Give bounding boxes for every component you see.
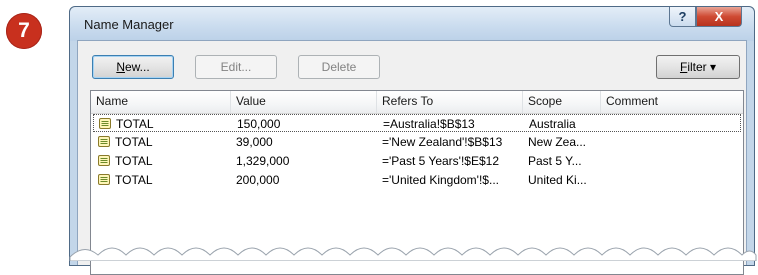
- list-header: Name Value Refers To Scope Comment: [91, 91, 743, 114]
- column-header-comment[interactable]: Comment: [601, 91, 745, 113]
- filter-button-label: ilter ▾: [687, 60, 716, 74]
- help-icon: ?: [679, 9, 687, 24]
- row-scope: United Ki...: [528, 171, 602, 189]
- edit-button[interactable]: Edit...: [195, 55, 277, 79]
- new-button-accel: N: [116, 60, 125, 74]
- title-bar: Name Manager ? X: [70, 7, 754, 41]
- row-scope: Australia: [529, 115, 603, 133]
- row-name: TOTAL: [115, 133, 227, 151]
- column-header-scope[interactable]: Scope: [523, 91, 601, 113]
- filter-button[interactable]: Filter ▾: [656, 55, 740, 79]
- row-refers-to: ='United Kingdom'!$...: [382, 171, 522, 189]
- row-value: 1,329,000: [236, 152, 376, 170]
- list-row[interactable]: TOTAL 1,329,000 ='Past 5 Years'!$E$12 Pa…: [93, 152, 741, 170]
- row-comment: [606, 133, 736, 151]
- row-name: TOTAL: [116, 115, 228, 133]
- list-row[interactable]: TOTAL 150,000 =Australia!$B$13 Australia: [93, 114, 741, 132]
- column-header-refers-to[interactable]: Refers To: [377, 91, 523, 113]
- dialog-body: New... Edit... Delete Filter ▾ Name Valu…: [77, 40, 747, 265]
- row-comment: [606, 152, 736, 170]
- row-name: TOTAL: [115, 171, 227, 189]
- name-manager-dialog: Name Manager ? X New... Edit... Delete F…: [69, 6, 755, 266]
- named-range-icon: [98, 174, 110, 185]
- row-name: TOTAL: [115, 152, 227, 170]
- close-button[interactable]: X: [696, 7, 742, 27]
- new-button-label: ew...: [125, 60, 150, 74]
- named-range-icon: [98, 136, 110, 147]
- named-range-icon: [98, 155, 110, 166]
- row-scope: New Zea...: [528, 133, 602, 151]
- list-row[interactable]: TOTAL 200,000 ='United Kingdom'!$... Uni…: [93, 171, 741, 189]
- new-button[interactable]: New...: [92, 55, 174, 79]
- column-header-name[interactable]: Name: [91, 91, 231, 113]
- row-refers-to: =Australia!$B$13: [383, 115, 523, 133]
- row-comment: [607, 115, 737, 133]
- row-comment: [606, 171, 736, 189]
- row-value: 150,000: [237, 115, 377, 133]
- row-refers-to: ='Past 5 Years'!$E$12: [382, 152, 522, 170]
- row-scope: Past 5 Y...: [528, 152, 602, 170]
- row-value: 200,000: [236, 171, 376, 189]
- row-refers-to: ='New Zealand'!$B$13: [382, 133, 522, 151]
- help-button[interactable]: ?: [669, 7, 696, 27]
- delete-button[interactable]: Delete: [298, 55, 380, 79]
- row-value: 39,000: [236, 133, 376, 151]
- close-icon: X: [715, 9, 724, 24]
- dialog-title: Name Manager: [84, 17, 174, 32]
- list-row[interactable]: TOTAL 39,000 ='New Zealand'!$B$13 New Ze…: [93, 133, 741, 151]
- named-range-icon: [99, 118, 111, 129]
- step-number-badge: 7: [6, 13, 42, 49]
- column-header-value[interactable]: Value: [231, 91, 377, 113]
- torn-edge-decoration: [0, 233, 758, 261]
